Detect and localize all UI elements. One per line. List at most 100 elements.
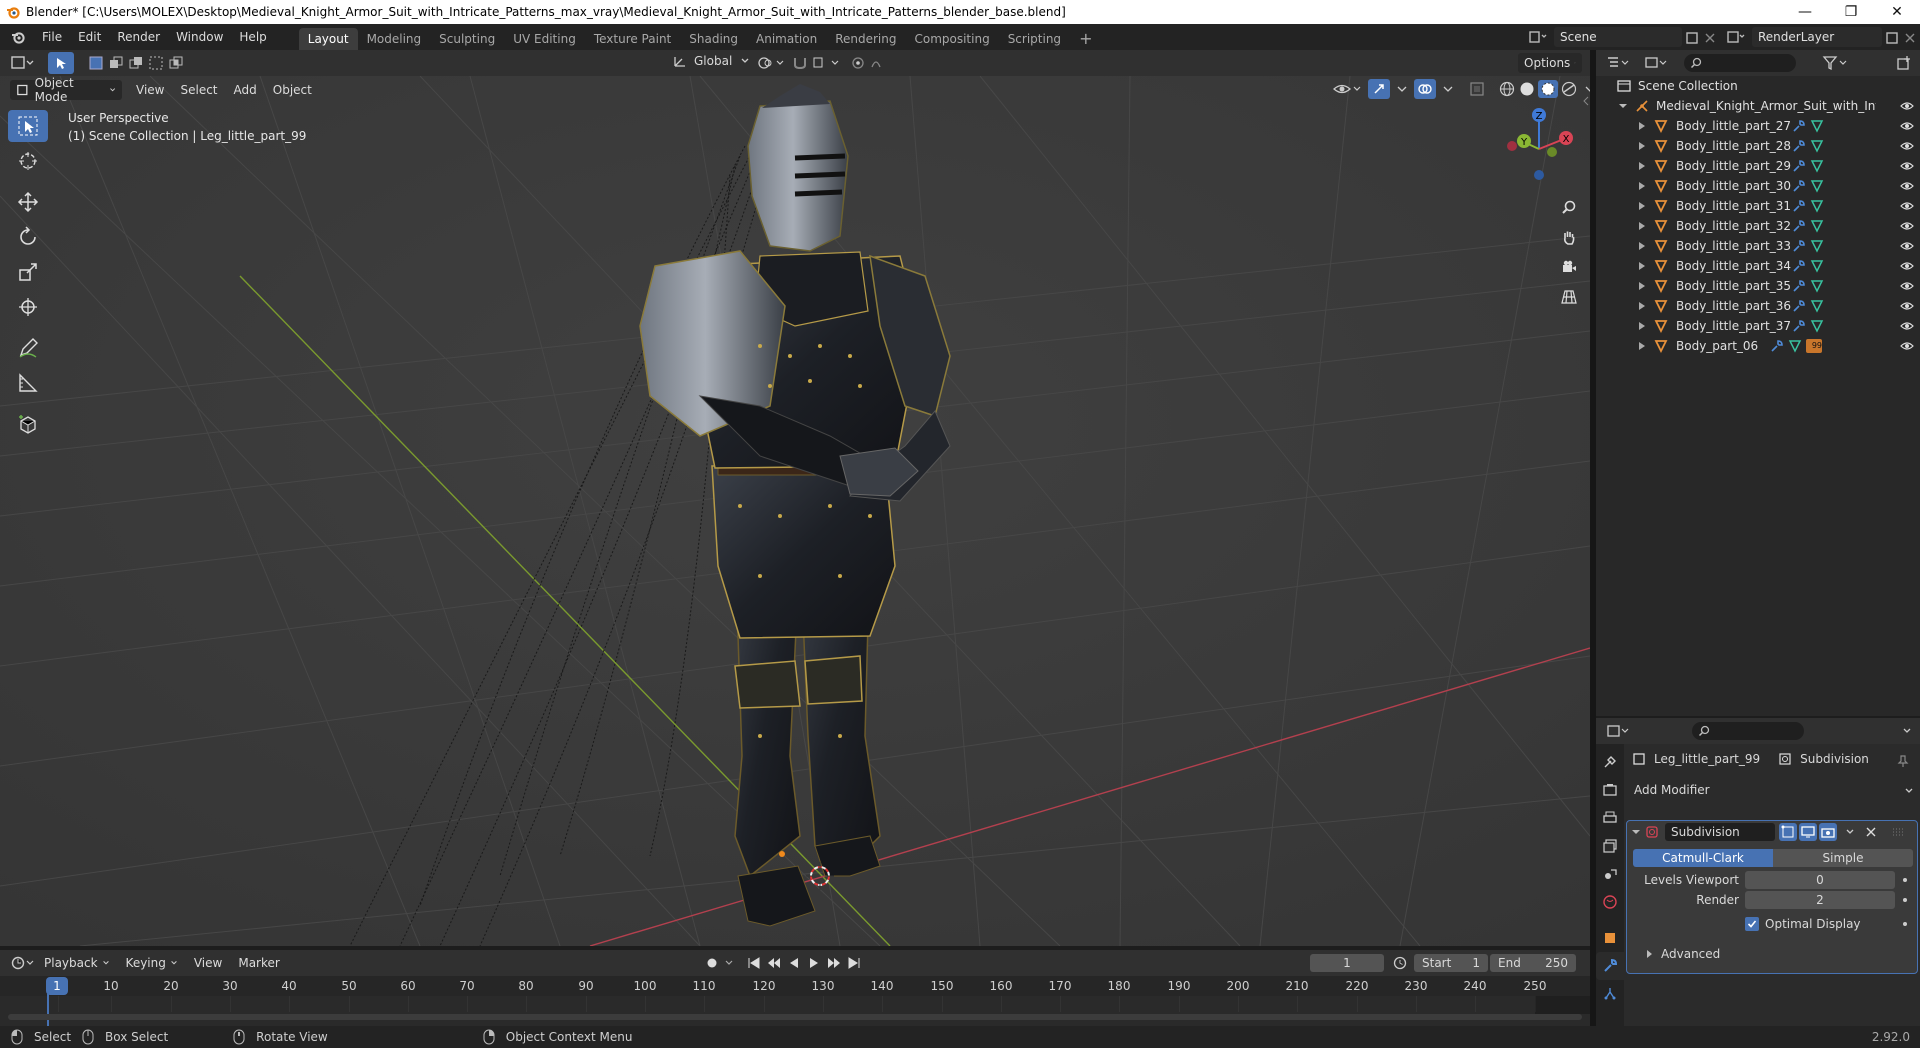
chevron-down-icon[interactable] xyxy=(1902,726,1912,736)
timeline-scrollbar[interactable] xyxy=(8,1014,1582,1020)
eye-visibility-icon[interactable] xyxy=(1900,319,1914,333)
menu-edit[interactable]: Edit xyxy=(70,24,109,50)
eye-visibility-icon[interactable] xyxy=(1900,119,1914,133)
expand-arrow-right-icon[interactable] xyxy=(1638,281,1646,291)
playhead-line[interactable] xyxy=(47,994,49,1026)
mesh-data-icon[interactable] xyxy=(1810,259,1824,273)
tab-rendering[interactable]: Rendering xyxy=(826,28,905,50)
render-layer-field[interactable]: RenderLayer xyxy=(1752,27,1882,47)
add-workspace-button[interactable]: + xyxy=(1070,28,1101,50)
expand-arrow-down-icon[interactable] xyxy=(1618,101,1628,111)
pivot-point-icon[interactable] xyxy=(756,55,786,71)
mesh-data-icon[interactable] xyxy=(1810,199,1824,213)
tab-uv-editing[interactable]: UV Editing xyxy=(504,28,585,50)
play-icon[interactable] xyxy=(806,955,822,971)
render-toggle[interactable] xyxy=(1819,823,1837,841)
outliner-object-row[interactable]: Body_little_part_27 xyxy=(1596,116,1920,136)
tab-scene[interactable] xyxy=(1596,860,1624,888)
mesh-data-icon[interactable] xyxy=(1810,219,1824,233)
jump-keyframe-back-icon[interactable] xyxy=(766,955,782,971)
navigation-gizmo[interactable]: Z X Y xyxy=(1496,106,1586,186)
tab-object[interactable] xyxy=(1596,924,1624,952)
move-tool[interactable] xyxy=(8,186,48,218)
minimize-button[interactable]: — xyxy=(1782,0,1828,24)
remove-modifier-icon[interactable] xyxy=(1865,826,1877,838)
eye-visibility-icon[interactable] xyxy=(1900,139,1914,153)
eye-visibility-icon[interactable] xyxy=(1900,159,1914,173)
tab-output[interactable] xyxy=(1596,804,1624,832)
expand-arrow-right-icon[interactable] xyxy=(1638,341,1646,351)
subtract-selection-icon[interactable] xyxy=(128,55,144,71)
eye-visibility-icon[interactable] xyxy=(1900,339,1914,353)
scene-name-field[interactable]: Scene xyxy=(1554,27,1682,47)
cursor-tool[interactable] xyxy=(8,145,48,177)
tab-compositing[interactable]: Compositing xyxy=(905,28,998,50)
outliner-object-row[interactable]: Body_little_part_36 xyxy=(1596,296,1920,316)
mesh-data-icon[interactable] xyxy=(1810,179,1824,193)
expand-arrow-right-icon[interactable] xyxy=(1638,121,1646,131)
add-modifier-dropdown[interactable]: Add Modifier xyxy=(1628,780,1916,800)
chevron-down-icon[interactable] xyxy=(1396,80,1408,98)
wireframe-shading-icon[interactable] xyxy=(1498,80,1516,98)
advanced-subpanel-header[interactable]: Advanced xyxy=(1645,947,1720,961)
intersect-selection-icon[interactable] xyxy=(168,55,184,71)
view-layer-icon[interactable] xyxy=(1726,29,1746,45)
menu-help[interactable]: Help xyxy=(231,24,274,50)
eye-visibility-icon[interactable] xyxy=(1900,99,1914,113)
mesh-data-icon[interactable] xyxy=(1810,119,1824,133)
transform-tool[interactable] xyxy=(8,291,48,323)
add-cube-tool[interactable] xyxy=(8,408,48,440)
filter-icon[interactable] xyxy=(1822,55,1852,71)
object-mode-dropdown[interactable]: Object Mode xyxy=(10,76,122,104)
modifier-name-field[interactable]: Subdivision xyxy=(1665,823,1775,841)
modifier-wrench-icon[interactable] xyxy=(1792,219,1806,233)
camera-view-button[interactable] xyxy=(1556,254,1582,280)
collapse-arrow-icon[interactable] xyxy=(1631,827,1641,837)
levels-viewport-field[interactable]: 0 xyxy=(1745,871,1895,889)
keyframe-dot[interactable] xyxy=(1903,922,1907,926)
timeline-editor-type-icon[interactable] xyxy=(10,954,36,972)
show-overlays-button[interactable] xyxy=(1414,79,1436,99)
mesh-data-icon[interactable] xyxy=(1810,159,1824,173)
pan-view-button[interactable] xyxy=(1556,224,1582,250)
tab-scripting[interactable]: Scripting xyxy=(999,28,1070,50)
close-window-button[interactable]: ✕ xyxy=(1874,0,1920,24)
expand-arrow-right-icon[interactable] xyxy=(1638,201,1646,211)
display-mode-icon[interactable] xyxy=(1644,55,1670,71)
eye-visibility-icon[interactable] xyxy=(1900,219,1914,233)
keyframe-dot[interactable] xyxy=(1903,878,1907,882)
snapping-icon[interactable] xyxy=(792,55,842,71)
outliner-object-row[interactable]: Body_little_part_37 xyxy=(1596,316,1920,336)
rotate-tool[interactable] xyxy=(8,221,48,253)
outliner-object-row[interactable]: Body_little_part_31 xyxy=(1596,196,1920,216)
tab-modeling[interactable]: Modeling xyxy=(358,28,431,50)
eye-visibility-icon[interactable] xyxy=(1900,279,1914,293)
eye-visibility-icon[interactable] xyxy=(1900,199,1914,213)
tab-shading[interactable]: Shading xyxy=(680,28,747,50)
invert-selection-icon[interactable] xyxy=(148,55,164,71)
delete-scene-icon[interactable] xyxy=(1702,30,1718,46)
editor-type-icon[interactable] xyxy=(10,54,36,72)
eye-visibility-icon[interactable] xyxy=(1900,299,1914,313)
maximize-button[interactable]: ❐ xyxy=(1828,0,1874,24)
visibility-eye-icon[interactable] xyxy=(1332,80,1362,98)
edit-mode-toggle[interactable] xyxy=(1779,823,1797,841)
mesh-data-icon[interactable] xyxy=(1810,299,1824,313)
expand-arrow-right-icon[interactable] xyxy=(1638,221,1646,231)
transform-orientation-dropdown[interactable]: Global xyxy=(672,53,750,69)
playback-menu[interactable]: Playback xyxy=(36,956,118,970)
blender-menu-icon[interactable] xyxy=(10,29,26,45)
new-scene-icon[interactable] xyxy=(1684,30,1700,46)
modifier-wrench-icon[interactable] xyxy=(1770,339,1784,353)
menu-object[interactable]: Object xyxy=(265,83,320,97)
modifier-wrench-icon[interactable] xyxy=(1792,279,1806,293)
extend-selection-icon[interactable] xyxy=(108,55,124,71)
delete-view-layer-icon[interactable] xyxy=(1902,30,1918,46)
properties-editor-type-icon[interactable] xyxy=(1606,723,1632,739)
auto-keying-icon[interactable] xyxy=(704,955,720,971)
expand-arrow-right-icon[interactable] xyxy=(1638,241,1646,251)
modifier-wrench-icon[interactable] xyxy=(1792,299,1806,313)
chevron-down-icon[interactable] xyxy=(724,958,734,968)
timeline-view-menu[interactable]: View xyxy=(186,956,230,970)
current-frame-field[interactable]: 1 xyxy=(1310,954,1384,972)
